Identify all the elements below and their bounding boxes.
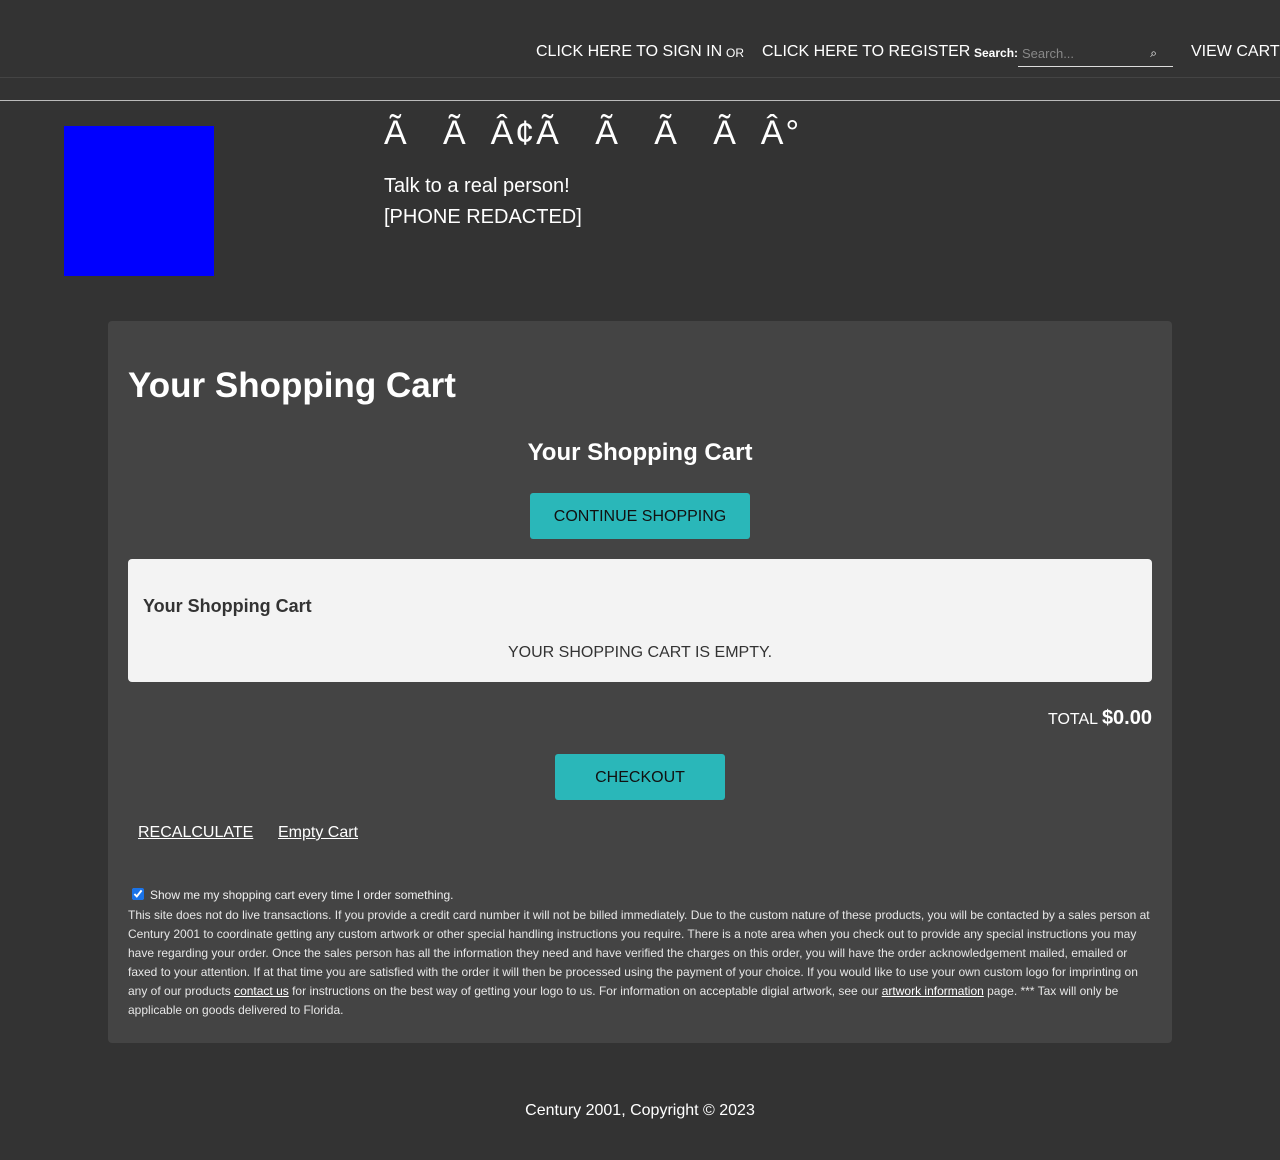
empty-cart-link[interactable]: Empty Cart — [278, 823, 358, 843]
disclaimer-part-2: for instructions on the best way of gett… — [288, 984, 882, 998]
total-label: TOTAL — [1047, 711, 1098, 728]
show-cart-label: Show me my shopping cart every time I or… — [150, 888, 454, 902]
site-logo[interactable] — [64, 126, 214, 276]
footer-copyright: Century 2001, Copyright © 2023 — [525, 1102, 755, 1119]
recalculate-link[interactable]: RECALCULATE — [138, 823, 253, 843]
top-nav-bar: CLICK HERE TO SIGN IN OR CLICK HERE TO R… — [0, 0, 1280, 78]
register-link[interactable]: CLICK HERE TO REGISTER — [762, 43, 970, 61]
search-box: ⌕ — [1018, 42, 1173, 67]
tagline: Talk to a real person! — [384, 175, 570, 197]
search-icon[interactable]: ⌕ — [1150, 46, 1157, 61]
or-separator: OR — [726, 46, 744, 60]
continue-shopping-button[interactable]: CONTINUE SHOPPING — [530, 493, 750, 539]
brand-title: Ã Ã Â¢Ã Ã Ã Ã Â° — [384, 114, 802, 152]
cart-box-title: Your Shopping Cart — [143, 596, 312, 616]
phone-number: [PHONE REDACTED] — [384, 206, 582, 228]
total-amount: $0.00 — [1101, 707, 1152, 729]
artwork-information-link[interactable]: artwork information — [882, 984, 984, 998]
checkout-button[interactable]: CHECKOUT — [555, 754, 725, 800]
shopping-cart-panel: Your Shopping Cart Your Shopping Cart CO… — [108, 321, 1172, 1043]
empty-cart-message: YOUR SHOPPING CART IS EMPTY. — [507, 644, 773, 661]
search-label: Search: — [974, 46, 1019, 60]
disclaimer-text: This site does not do live transactions.… — [128, 906, 1158, 1020]
cart-items-box: Your Shopping Cart YOUR SHOPPING CART IS… — [128, 559, 1152, 682]
cart-subtitle: Your Shopping Cart — [527, 439, 753, 466]
header-divider — [0, 100, 1280, 101]
page-title: Your Shopping Cart — [128, 366, 456, 405]
sign-in-link[interactable]: CLICK HERE TO SIGN IN — [536, 43, 722, 61]
search-input[interactable] — [1022, 44, 1147, 62]
show-cart-checkbox[interactable] — [132, 888, 144, 900]
view-cart-link[interactable]: VIEW CART — [1191, 43, 1280, 61]
show-cart-option: Show me my shopping cart every time I or… — [132, 887, 453, 903]
cart-total: TOTAL $0.00 — [1048, 705, 1152, 733]
contact-us-link[interactable]: contact us — [234, 984, 289, 998]
